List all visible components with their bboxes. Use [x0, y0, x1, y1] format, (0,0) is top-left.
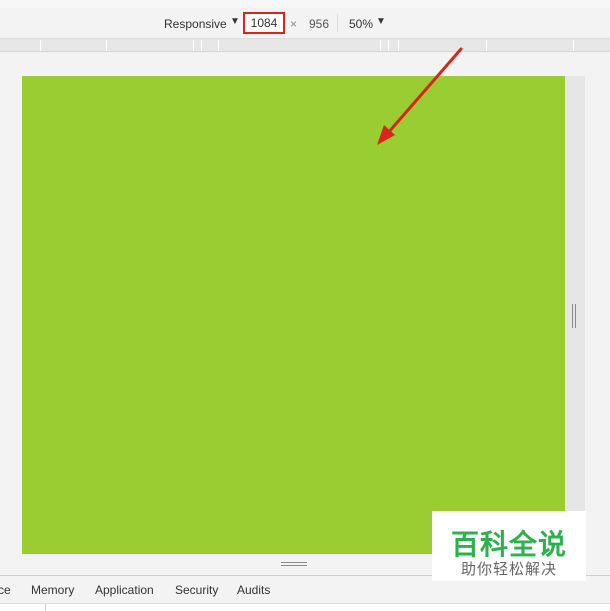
toolbar-divider [337, 14, 338, 32]
device-toolbar: Responsive ▼ 1084 × 956 50% ▼ [0, 8, 610, 39]
tab-memory[interactable]: Memory [31, 583, 74, 597]
bookmarks-bar [0, 0, 610, 8]
resize-handle-bottom[interactable] [281, 562, 307, 567]
watermark-subtitle: 助你轻松解决 [460, 561, 557, 578]
watermark-logo: 百科全说 助你轻松解决 [432, 511, 586, 581]
media-query-ruler[interactable] [0, 39, 610, 52]
device-mode-select[interactable]: Responsive [164, 17, 227, 31]
watermark-title: 百科全说 [450, 529, 567, 560]
dimension-separator: × [290, 17, 298, 31]
device-viewport [0, 52, 610, 574]
height-input[interactable]: 956 [309, 17, 329, 31]
dropdown-arrow-icon[interactable]: ▼ [376, 16, 386, 27]
width-input[interactable]: 1084 [243, 12, 285, 34]
dropdown-arrow-icon[interactable]: ▼ [230, 16, 240, 27]
tab-security[interactable]: Security [175, 583, 218, 597]
resize-handle-right[interactable] [572, 304, 577, 328]
zoom-select[interactable]: 50% [349, 17, 373, 31]
tab-audits[interactable]: Audits [237, 583, 270, 597]
tab-performance[interactable]: ce [0, 583, 11, 597]
device-screen [22, 76, 565, 554]
tab-application[interactable]: Application [95, 583, 154, 597]
